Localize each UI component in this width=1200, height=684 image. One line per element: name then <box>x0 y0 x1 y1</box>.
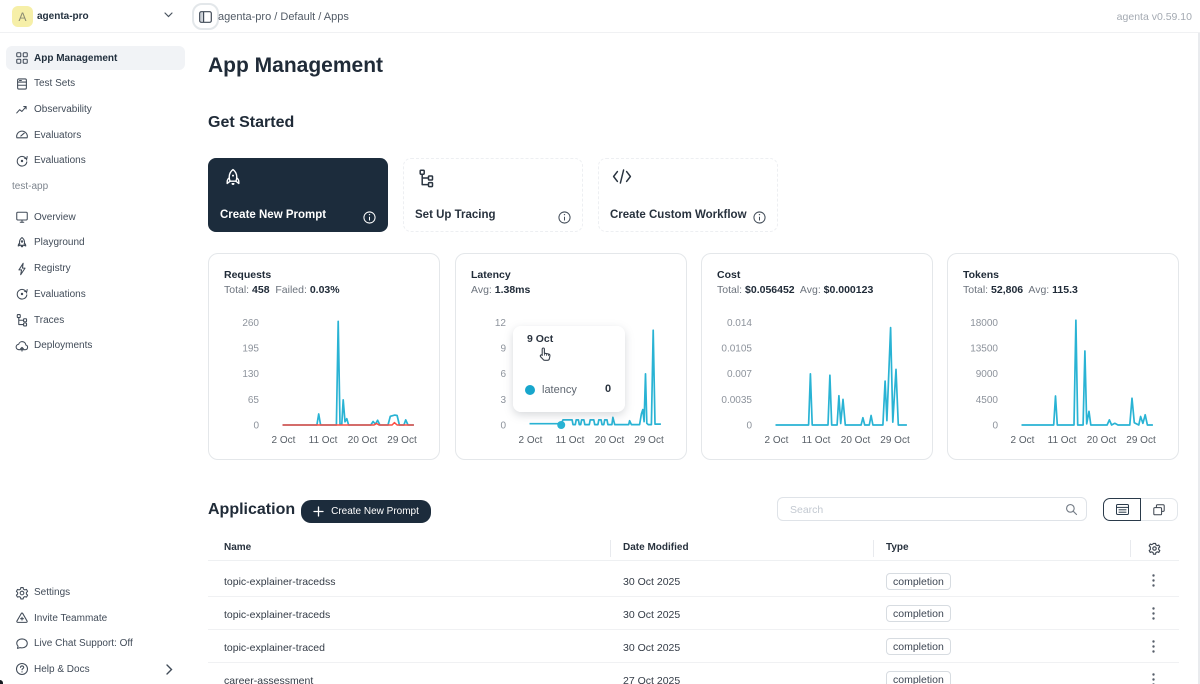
svg-text:130: 130 <box>242 369 259 380</box>
svg-text:0.014: 0.014 <box>727 318 752 329</box>
svg-text:20 Oct: 20 Oct <box>595 435 625 446</box>
svg-text:0: 0 <box>500 421 506 432</box>
svg-text:12: 12 <box>495 318 507 329</box>
svg-text:0: 0 <box>746 421 752 432</box>
svg-text:0.0105: 0.0105 <box>721 344 752 355</box>
svg-text:9000: 9000 <box>976 369 999 380</box>
svg-text:2 Oct: 2 Oct <box>272 435 296 446</box>
svg-text:3: 3 <box>500 395 506 406</box>
svg-text:29 Oct: 29 Oct <box>880 435 910 446</box>
svg-text:29 Oct: 29 Oct <box>634 435 664 446</box>
svg-text:13500: 13500 <box>970 344 998 355</box>
svg-text:29 Oct: 29 Oct <box>1126 435 1156 446</box>
svg-text:6: 6 <box>500 369 506 380</box>
svg-text:0: 0 <box>253 421 259 432</box>
svg-text:20 Oct: 20 Oct <box>841 435 871 446</box>
svg-text:4500: 4500 <box>976 395 999 406</box>
svg-text:20 Oct: 20 Oct <box>1087 435 1117 446</box>
svg-text:9: 9 <box>500 344 506 355</box>
svg-text:20 Oct: 20 Oct <box>348 435 378 446</box>
svg-text:11 Oct: 11 Oct <box>309 435 338 446</box>
svg-text:2 Oct: 2 Oct <box>1011 435 1035 446</box>
svg-text:29 Oct: 29 Oct <box>387 435 417 446</box>
svg-text:2 Oct: 2 Oct <box>765 435 789 446</box>
svg-text:11 Oct: 11 Oct <box>556 435 585 446</box>
svg-text:195: 195 <box>242 344 259 355</box>
svg-text:0.0035: 0.0035 <box>721 395 752 406</box>
svg-text:11 Oct: 11 Oct <box>802 435 831 446</box>
svg-text:11 Oct: 11 Oct <box>1048 435 1077 446</box>
svg-text:260: 260 <box>242 318 259 329</box>
svg-text:2 Oct: 2 Oct <box>519 435 543 446</box>
svg-text:18000: 18000 <box>970 318 998 329</box>
svg-text:65: 65 <box>248 395 260 406</box>
svg-text:0: 0 <box>992 421 998 432</box>
svg-text:0.007: 0.007 <box>727 369 752 380</box>
